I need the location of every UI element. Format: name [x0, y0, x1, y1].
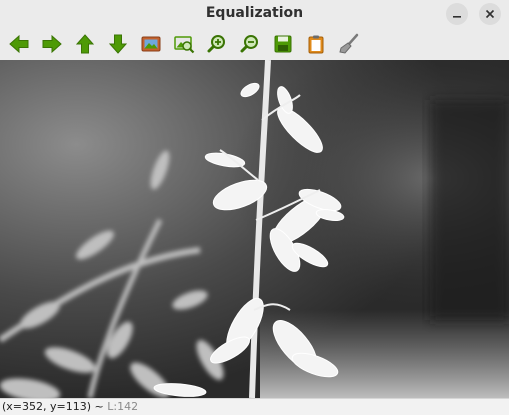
equalized-flower-photo	[0, 60, 509, 398]
arrow-right-icon	[42, 34, 62, 54]
image-button[interactable]	[139, 32, 163, 56]
window-title: Equalization	[205, 5, 304, 21]
copy-button[interactable]	[304, 32, 328, 56]
clipboard-icon	[308, 35, 324, 54]
luminance-value: L:142	[107, 400, 139, 413]
title-bar: Equalization	[0, 0, 509, 28]
zoom-in-button[interactable]	[205, 32, 229, 56]
zoom-out-button[interactable]	[238, 32, 262, 56]
image-canvas[interactable]	[0, 60, 509, 398]
back-button[interactable]	[7, 32, 31, 56]
minimize-icon	[453, 16, 461, 18]
clear-button[interactable]	[337, 32, 361, 56]
arrow-left-icon	[9, 34, 29, 54]
close-icon	[485, 9, 495, 19]
brush-icon	[339, 33, 359, 54]
arrow-down-icon	[108, 34, 128, 54]
toolbar	[0, 28, 509, 60]
status-bar: (x=352, y=113) ~ L:142	[0, 398, 509, 415]
zoom-out-icon	[240, 35, 258, 53]
save-button[interactable]	[271, 32, 295, 56]
zoom-in-icon	[207, 35, 225, 53]
picture-icon	[141, 36, 161, 52]
arrow-up-icon	[75, 34, 95, 54]
picture-zoom-icon	[174, 36, 195, 54]
cursor-coordinates: (x=352, y=113) ~	[2, 400, 108, 413]
minimize-button[interactable]	[446, 3, 468, 25]
down-button[interactable]	[106, 32, 130, 56]
floppy-disk-icon	[274, 35, 292, 53]
close-button[interactable]	[479, 3, 501, 25]
forward-button[interactable]	[40, 32, 64, 56]
up-button[interactable]	[73, 32, 97, 56]
image-zoom-button[interactable]	[172, 32, 196, 56]
